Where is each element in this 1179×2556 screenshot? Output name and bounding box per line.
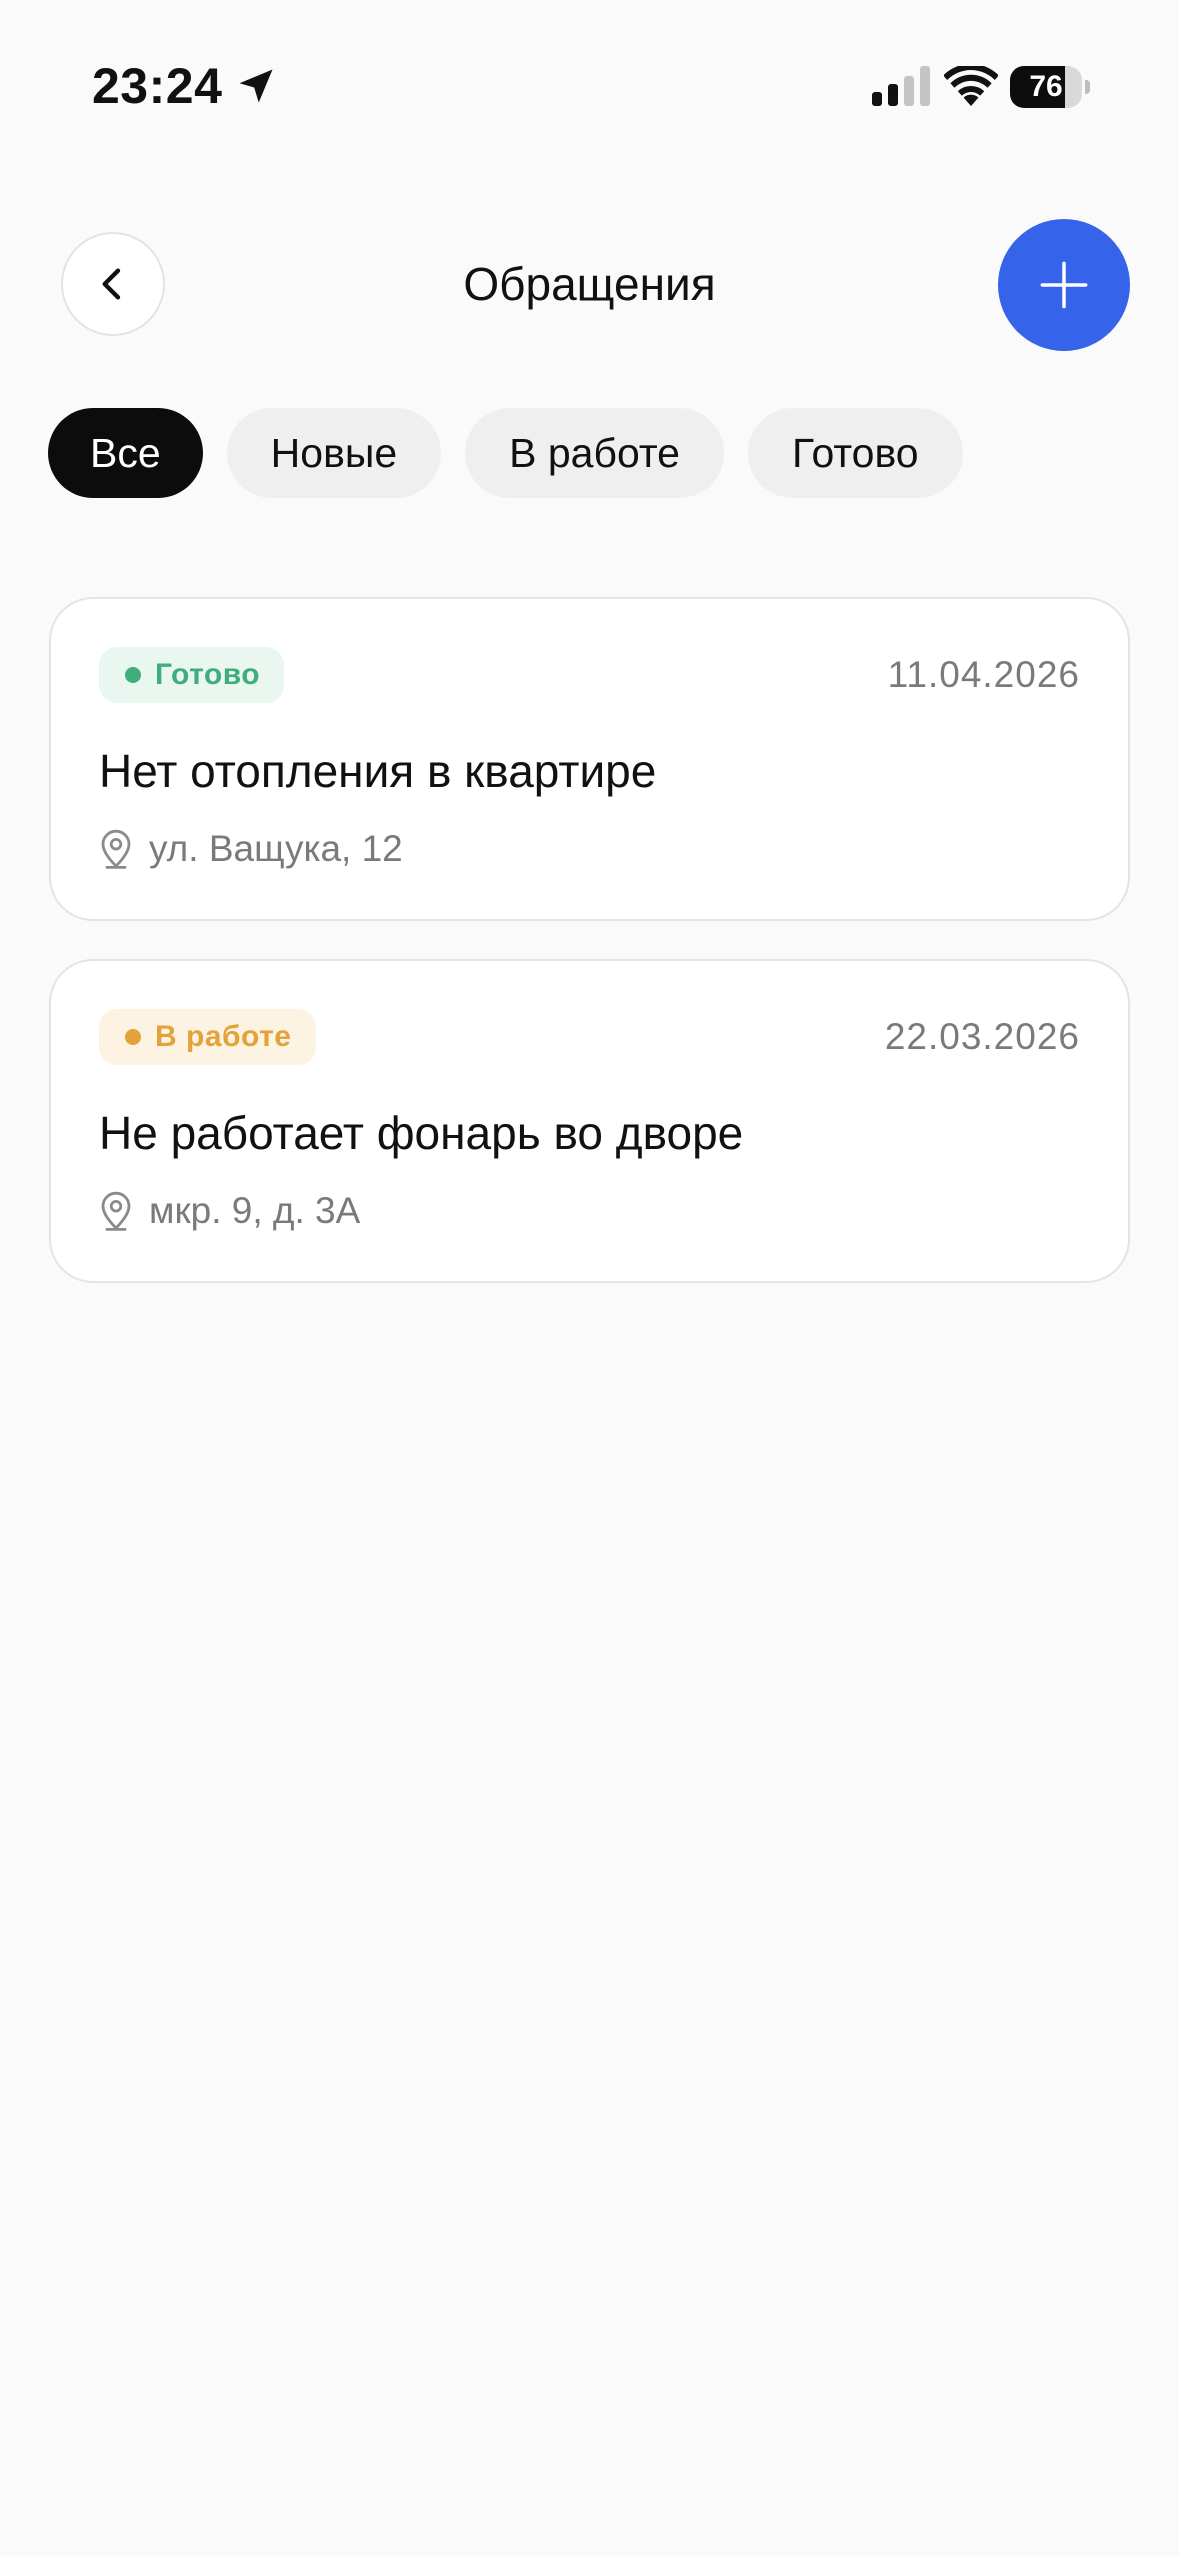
request-title: Не работает фонарь во дворе [99,1107,744,1159]
cellular-signal-icon [872,66,930,106]
battery-icon: 76 [1010,66,1090,108]
request-card[interactable]: В работе 22.03.2026 Не работает фонарь в… [49,959,1130,1283]
location-arrow-icon [239,69,273,103]
add-request-button[interactable] [998,219,1130,351]
chevron-left-icon [102,268,121,300]
status-badge: В работе [99,1009,316,1065]
filter-chip-done[interactable]: Готово [747,408,963,498]
status-label: В работе [155,1020,292,1053]
filter-chip-new[interactable]: Новые [226,408,442,498]
battery-body: 76 [1010,66,1082,108]
requests-screen: 23:24 76 Обращения Все Новые В работе Го… [0,0,1179,2556]
status-bar: 23:24 76 [0,0,1179,170]
back-button[interactable] [61,232,165,336]
status-dot [125,667,141,683]
battery-percent: 76 [1029,70,1063,103]
request-title: Нет отопления в квартире [99,745,657,797]
location-pin-icon [101,1191,131,1231]
request-address: мкр. 9, д. 3А [99,1185,360,1237]
plus-icon [1040,261,1088,309]
status-dot [125,1029,141,1045]
address-text: ул. Ващука, 12 [149,828,403,869]
status-time: 23:24 [92,58,223,114]
request-date: 22.03.2026 [884,1016,1080,1057]
address-text: мкр. 9, д. 3А [149,1190,361,1231]
request-date: 11.04.2026 [887,654,1080,695]
filter-chips: Все Новые В работе Готово [48,408,963,498]
filter-chip-all[interactable]: Все [48,408,203,498]
status-label: Готово [155,658,261,691]
location-pin-icon [101,829,131,869]
request-card[interactable]: Готово 11.04.2026 Нет отопления в кварти… [49,597,1130,921]
status-badge: Готово [99,647,285,703]
page-title: Обращения [463,258,716,310]
request-address: ул. Ващука, 12 [99,823,403,875]
battery-tip [1085,80,1090,94]
wifi-icon [944,66,998,106]
filter-chip-in-progress[interactable]: В работе [465,408,724,498]
